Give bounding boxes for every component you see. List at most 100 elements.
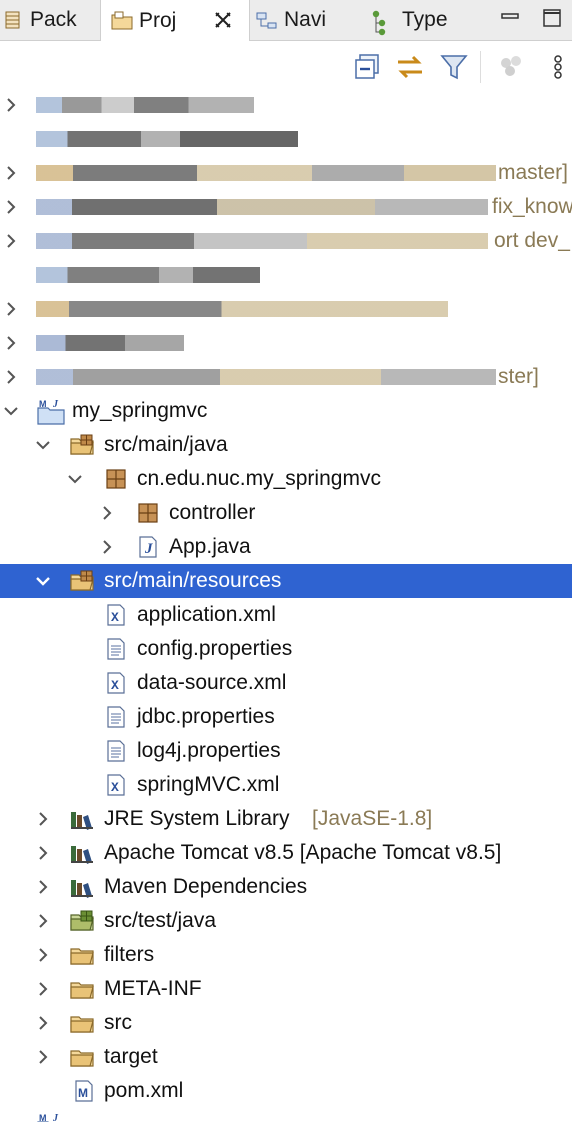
collapse-all-icon[interactable] [352,51,384,83]
tree-item-redacted[interactable] [0,292,572,326]
tab-type-hierarchy[interactable]: Type [368,0,468,40]
type-hierarchy-icon [368,10,388,36]
chevron-right-icon[interactable] [34,1014,52,1032]
tree-item-label: jdbc.properties [137,705,275,728]
tree-item-label: data-source.xml [137,671,287,694]
chevron-right-icon[interactable] [34,980,52,998]
tree-item-label: src/main/resources [104,569,282,592]
chevron-right-icon[interactable] [2,368,20,386]
tab-project-explorer[interactable]: Proj [100,0,250,41]
chevron-right-icon[interactable] [34,946,52,964]
view-menu-icon[interactable] [548,51,568,83]
view-toolbar [0,41,572,93]
library-icon [70,808,94,830]
chevron-right-icon[interactable] [34,878,52,896]
chevron-down-icon[interactable] [2,402,20,420]
tree-item-file[interactable]: log4j.properties [0,734,572,768]
source-folder-icon [70,434,94,456]
redacted-suffix: ster] [498,365,539,388]
project-label: my_springmvc [72,399,208,422]
package-icon [104,468,128,490]
tree-item-label: JRE System Library [104,807,290,830]
redacted-suffix: ort dev_ [494,229,570,252]
tree-item-redacted[interactable] [0,88,572,122]
chevron-down-icon[interactable] [34,572,52,590]
tab-label: Pack [30,8,77,31]
tree-item-redacted[interactable]: ort dev_ [0,224,572,258]
redacted-label [36,301,448,317]
xml-file-icon [104,672,128,694]
tree-item-package[interactable]: cn.edu.nuc.my_springmvc [0,462,572,496]
chevron-down-icon[interactable] [66,470,84,488]
tree-item-library[interactable]: JRE System Library [JavaSE-1.8] [0,802,572,836]
tree-item-label: src [104,1011,132,1034]
tree-item-label: log4j.properties [137,739,281,762]
tree-item-label: springMVC.xml [137,773,280,796]
minimize-icon[interactable] [500,8,520,28]
tree-item-file[interactable]: config.properties [0,632,572,666]
chevron-right-icon[interactable] [2,96,20,114]
redacted-label [36,97,254,113]
redacted-label [36,335,184,351]
tree-item-java-file[interactable]: App.java [0,530,572,564]
xml-file-icon [104,774,128,796]
tree-item-redacted[interactable]: master] [0,156,572,190]
chevron-right-icon[interactable] [34,912,52,930]
tree-item-source-folder-selected[interactable]: src/main/resources [0,564,572,598]
tab-label: Navi [284,8,327,31]
tree-item-project[interactable]: my_springmvc [0,394,572,428]
tree-item-file[interactable]: springMVC.xml [0,768,572,802]
redacted-label [36,267,260,283]
tree-item-folder[interactable]: src [0,1006,572,1040]
maximize-icon[interactable] [542,8,562,28]
tree-item-file[interactable]: jdbc.properties [0,700,572,734]
dots-icon[interactable] [496,51,528,83]
tree-item-folder[interactable]: filters [0,938,572,972]
tree-item-label: target [104,1045,158,1068]
chevron-right-icon[interactable] [2,198,20,216]
tree-item-folder[interactable]: META-INF [0,972,572,1006]
link-with-editor-icon[interactable] [394,51,426,83]
chevron-right-icon[interactable] [2,164,20,182]
navigator-icon [256,10,277,30]
tab-package-explorer[interactable]: Pack [2,0,98,40]
redacted-label [36,131,298,147]
folder-icon [70,1012,94,1034]
chevron-right-icon[interactable] [2,300,20,318]
tree-item-redacted[interactable] [0,326,572,360]
folder-icon [70,1046,94,1068]
chevron-down-icon[interactable] [34,436,52,454]
tree-item-label: App.java [169,535,251,558]
tree-item-source-folder[interactable]: src/test/java [0,904,572,938]
tab-navigator[interactable]: Navi [256,0,356,40]
tree-item-redacted[interactable]: ster] [0,360,572,394]
maven-pom-icon [72,1080,96,1102]
chevron-right-icon[interactable] [2,334,20,352]
chevron-right-icon[interactable] [34,1048,52,1066]
tree-item-library[interactable]: Maven Dependencies [0,870,572,904]
redacted-label [36,233,488,249]
filter-icon[interactable] [438,51,470,83]
chevron-right-icon[interactable] [34,844,52,862]
tree-item-library[interactable]: Apache Tomcat v8.5 [Apache Tomcat v8.5] [0,836,572,870]
chevron-right-icon[interactable] [34,810,52,828]
tree-item-redacted[interactable] [0,258,572,292]
tree-item-label: application.xml [137,603,276,626]
chevron-right-icon[interactable] [98,504,116,522]
tree-item-label: src/main/java [104,433,228,456]
tree-item-redacted[interactable] [0,122,572,156]
text-file-icon [104,740,128,762]
tree-item-package[interactable]: controller [0,496,572,530]
tree-item-redacted[interactable]: fix_know [0,190,572,224]
chevron-right-icon[interactable] [2,232,20,250]
xml-file-icon [104,604,128,626]
tree-item-source-folder[interactable]: src/main/java [0,428,572,462]
chevron-right-icon[interactable] [98,538,116,556]
tree-item-label: filters [104,943,155,966]
package-icon [136,502,160,524]
close-tab-icon[interactable] [213,10,233,36]
tree-item-folder[interactable]: target [0,1040,572,1074]
tree-item-file[interactable]: pom.xml [0,1074,572,1108]
tree-item-file[interactable]: application.xml [0,598,572,632]
tree-item-file[interactable]: data-source.xml [0,666,572,700]
